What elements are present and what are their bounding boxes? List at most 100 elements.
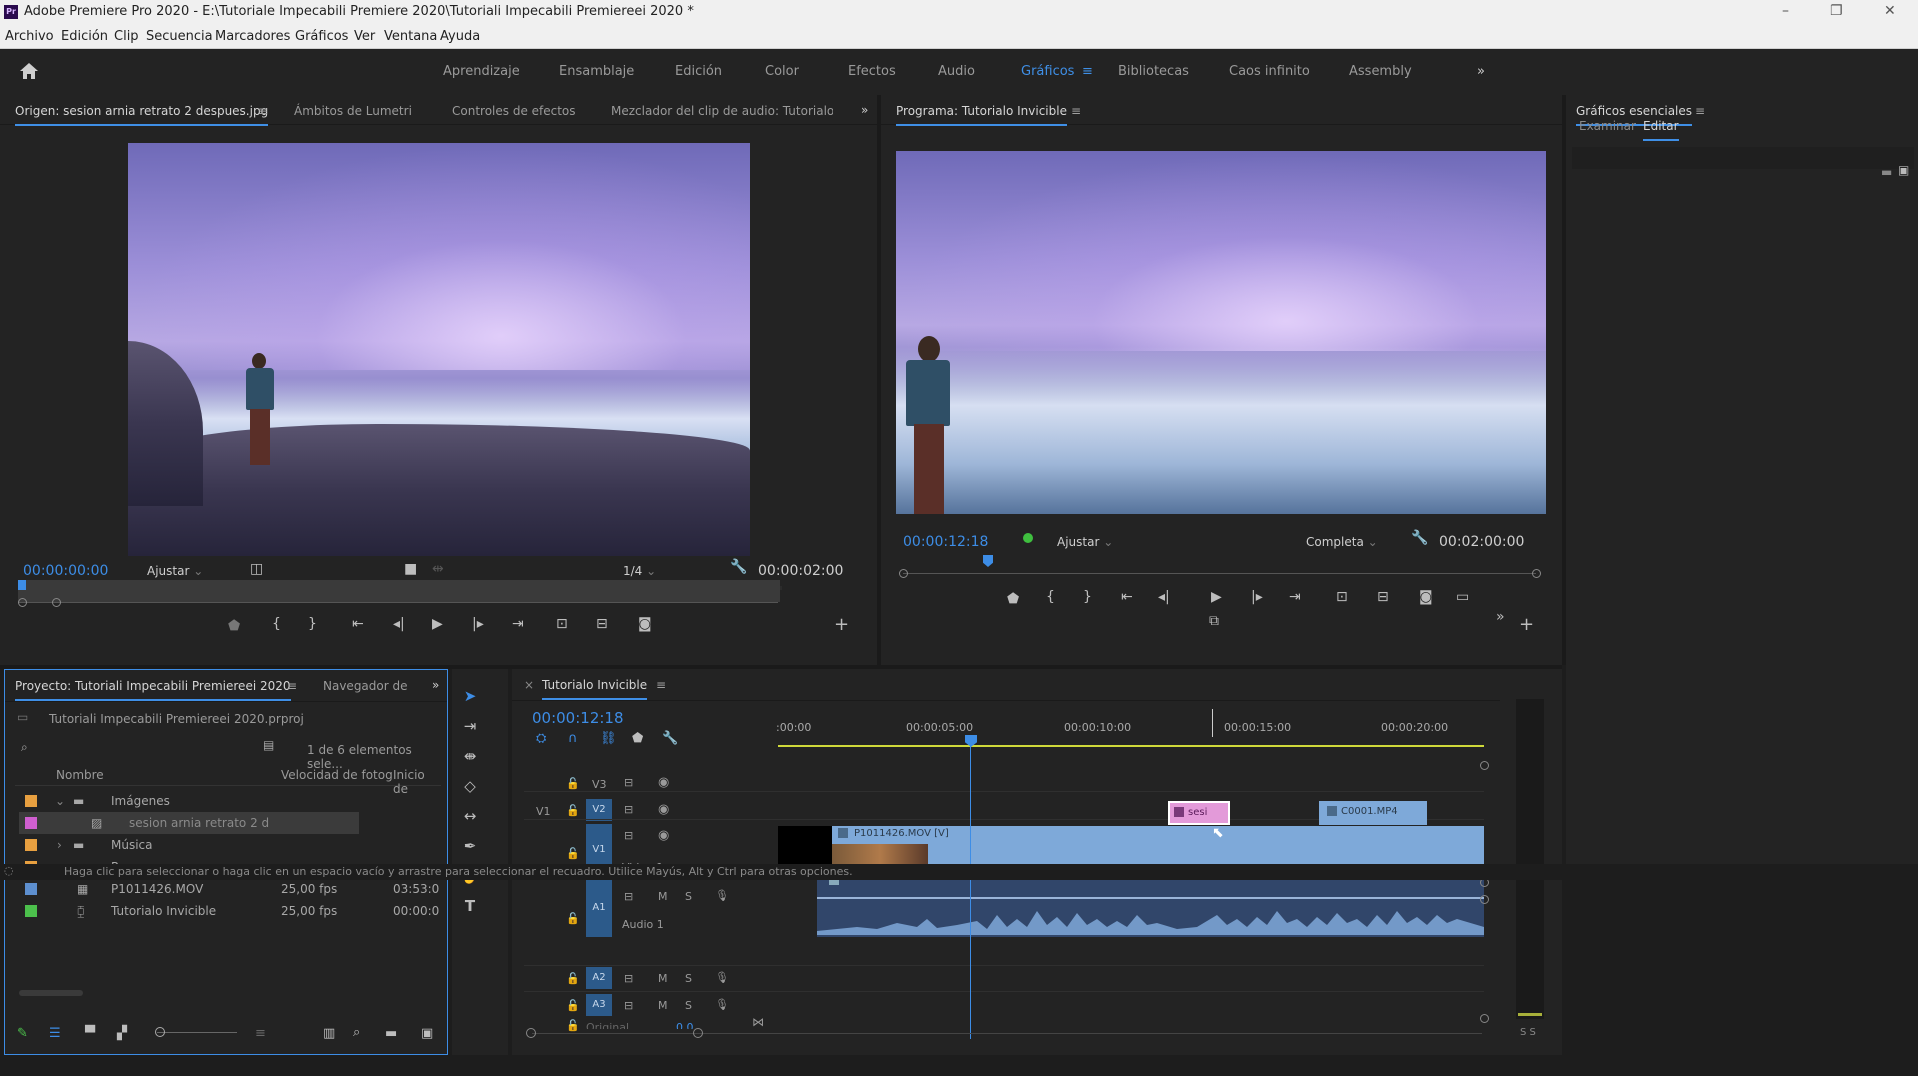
layers-list[interactable] [1572, 147, 1914, 169]
workspace-menu-icon[interactable]: ≡ [1082, 64, 1093, 79]
a2-lock-icon[interactable]: 🔓 [566, 972, 580, 985]
expand-chevron-icon[interactable]: › [57, 838, 62, 852]
project-search-field[interactable]: ⌕ [15, 737, 245, 757]
timeline-zoom-scrollbar[interactable] [532, 1033, 1482, 1034]
source-add-button-icon[interactable]: + [834, 614, 849, 635]
close-button[interactable]: ✕ [1884, 3, 1896, 19]
go-to-in-icon[interactable]: ⇤ [352, 616, 364, 632]
volume-rubber-band[interactable] [817, 897, 1484, 899]
tab-editar[interactable]: Editar [1643, 119, 1679, 141]
tab-program[interactable]: Programa: Tutorialo Invicible [896, 104, 1067, 126]
source-menu-icon[interactable]: ≡ [258, 104, 268, 118]
timeline-zoom-handle-right[interactable] [693, 1028, 703, 1038]
program-mark-out-icon[interactable]: } [1083, 589, 1092, 605]
play-icon[interactable]: ▶ [432, 616, 443, 632]
lift-icon[interactable]: ⊡ [1336, 589, 1348, 605]
v3-eye-icon[interactable]: ◉ [658, 775, 669, 790]
program-playhead[interactable] [983, 555, 993, 567]
v2-label[interactable]: V2 [586, 799, 612, 821]
v1-source-patch[interactable]: V1 [536, 805, 551, 818]
find-icon[interactable]: ⌕ [353, 1025, 360, 1040]
v2-eye-icon[interactable]: ◉ [658, 802, 669, 817]
source-zoom-handle-left[interactable] [18, 598, 27, 607]
ripple-edit-tool-icon[interactable]: ⇼ [459, 745, 481, 767]
project-more-icon[interactable]: » [432, 678, 439, 692]
v1-lock-icon[interactable]: 🔓 [566, 847, 580, 860]
v3-label[interactable]: V3 [592, 778, 607, 791]
slip-tool-icon[interactable]: ↔ [459, 805, 481, 827]
video-scroll-handle-top[interactable] [1480, 761, 1489, 770]
project-item-sequence[interactable]: ⧮ Tutorialo Invicible 25,00 fps 00:00:0 [19, 900, 439, 922]
comparison-view-icon[interactable]: ▭ [1456, 589, 1469, 605]
tab-project[interactable]: Proyecto: Tutoriali Impecabili Premieree… [15, 679, 291, 701]
program-add-button-icon[interactable]: + [1519, 614, 1534, 635]
menu-secuencia[interactable]: Secuencia [146, 29, 213, 44]
v2-lock-icon[interactable]: 🔓 [566, 804, 580, 817]
menu-ventana[interactable]: Ventana [384, 29, 437, 44]
close-sequence-icon[interactable]: × [524, 678, 534, 692]
label-color-swatch[interactable] [25, 905, 37, 917]
work-area-bar[interactable] [778, 745, 1484, 747]
tab-source[interactable]: Origen: sesion arnia retrato 2 despues.j… [15, 104, 269, 126]
program-play-icon[interactable]: ▶ [1211, 589, 1222, 605]
v1-eye-icon[interactable]: ◉ [658, 828, 669, 843]
home-icon[interactable] [18, 61, 40, 81]
new-layer-icon[interactable]: ▣ [1898, 163, 1909, 177]
source-more-icon[interactable]: » [861, 103, 868, 117]
audio-scroll-handle-bottom[interactable] [1480, 1014, 1489, 1023]
project-item-musica[interactable]: › ▬ Música [19, 834, 359, 856]
menu-graficos[interactable]: Gráficos [295, 29, 348, 44]
export-frame-camera-icon[interactable]: ◙ [638, 616, 652, 632]
program-add-marker-icon[interactable]: ⬟ [1007, 591, 1019, 607]
pen-tool-icon[interactable]: ✒ [459, 835, 481, 857]
icon-view-icon[interactable]: ▀ [85, 1026, 95, 1041]
minimize-button[interactable]: – [1782, 3, 1789, 19]
workspace-more-icon[interactable]: » [1477, 64, 1485, 79]
restore-button[interactable]: ❐ [1830, 3, 1843, 19]
menu-edicion[interactable]: Edición [61, 29, 108, 44]
workspace-tab-caos-infinito[interactable]: Caos infinito [1229, 64, 1310, 79]
menu-clip[interactable]: Clip [114, 29, 139, 44]
workspace-tab-color[interactable]: Color [765, 64, 799, 79]
step-back-icon[interactable]: ◂| [393, 616, 405, 632]
tab-effect-controls[interactable]: Controles de efectos [452, 104, 576, 118]
source-playhead[interactable] [18, 580, 26, 590]
a1-label[interactable]: A1 [586, 879, 612, 937]
tab-examinar[interactable]: Examinar [1579, 119, 1636, 133]
label-color-swatch[interactable] [25, 795, 37, 807]
v1-sync-icon[interactable]: ⊟ [624, 829, 633, 842]
insert-frame-icon[interactable]: ■ [404, 561, 417, 577]
selection-tool-icon[interactable]: ➤ [459, 685, 481, 707]
audio-scroll-handle-top[interactable] [1480, 895, 1489, 904]
list-view-icon[interactable]: ☰ [49, 1026, 61, 1041]
new-bin-from-search-icon[interactable]: ▤ [263, 738, 274, 752]
clip-v2-c0001[interactable]: C0001.MP4 [1319, 801, 1427, 825]
workspace-tab-edicion[interactable]: Edición [675, 64, 722, 79]
workspace-tab-aprendizaje[interactable]: Aprendizaje [443, 64, 520, 79]
program-go-to-out-icon[interactable]: ⇥ [1289, 589, 1301, 605]
program-menu-icon[interactable]: ≡ [1071, 104, 1081, 118]
source-timecode[interactable]: 00:00:00:00 [23, 563, 108, 579]
source-zoom-handle-right[interactable] [52, 598, 61, 607]
zoom-slider[interactable] [157, 1032, 237, 1033]
timeline-menu-icon[interactable]: ≡ [656, 678, 666, 692]
freeform-view-icon[interactable]: ▞ [117, 1026, 127, 1041]
workspace-tab-assembly[interactable]: Assembly [1349, 64, 1412, 79]
timeline-zoom-handle-left[interactable] [526, 1028, 536, 1038]
menu-archivo[interactable]: Archivo [5, 29, 54, 44]
a2-mute-button[interactable]: M [658, 972, 668, 985]
new-bin-icon[interactable]: ▬ [385, 1026, 397, 1041]
source-scrub-bar[interactable] [18, 580, 780, 602]
label-color-swatch[interactable] [25, 817, 37, 829]
tab-sequence[interactable]: Tutorialo Invicible [542, 678, 648, 700]
source-zoom-bar[interactable] [18, 602, 778, 603]
a3-label[interactable]: A3 [586, 994, 612, 1016]
essential-graphics-menu-icon[interactable]: ≡ [1695, 104, 1705, 118]
v2-sync-icon[interactable]: ⊟ [624, 803, 633, 816]
tab-audio-clip-mixer[interactable]: Mezclador del clip de audio: Tutorialo I… [611, 104, 833, 118]
razor-tool-icon[interactable]: ◇ [459, 775, 481, 797]
program-fit-dropdown[interactable]: Ajustar [1057, 535, 1137, 549]
label-color-swatch[interactable] [25, 883, 37, 895]
program-zoom-handle-left[interactable] [899, 569, 908, 578]
type-tool-icon[interactable]: T [459, 895, 481, 917]
